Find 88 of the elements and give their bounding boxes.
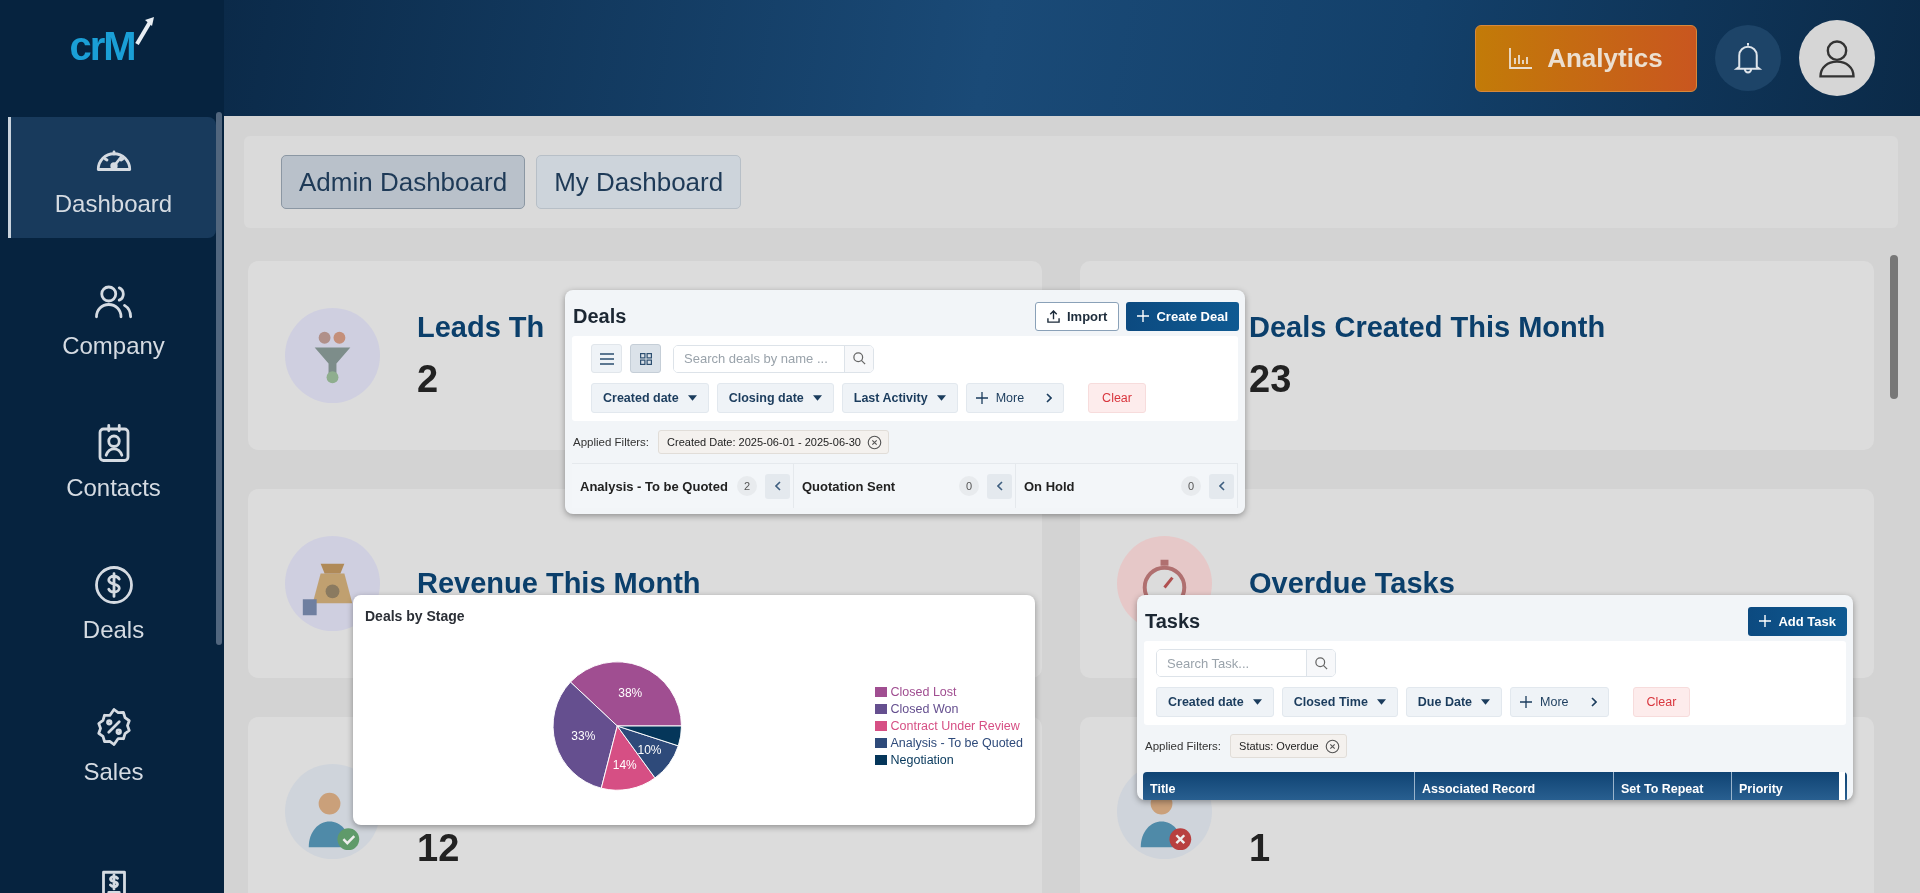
search-icon (1313, 655, 1329, 671)
caret-icon (812, 395, 822, 401)
grid-icon (639, 352, 652, 365)
close-icon[interactable] (1324, 738, 1340, 754)
filter-dropdown[interactable]: Closed Time (1281, 687, 1398, 717)
slice-label: 14% (612, 758, 637, 773)
chart-title: Deals by Stage (365, 608, 466, 624)
collapse-button[interactable] (987, 473, 1012, 499)
dashboard-tab[interactable]: My Dashboard (536, 155, 742, 209)
filter-chip: Created Date: 2025-06-01 - 2025-06-30 (658, 430, 889, 454)
collapse-button[interactable] (765, 473, 790, 499)
applied-filters-label: Applied Filters: (573, 436, 650, 448)
deal-count: 2 (737, 476, 757, 496)
search-field[interactable]: Search Task... (1156, 649, 1336, 677)
funnel-people-icon (285, 308, 380, 403)
column-header[interactable]: Priority (1732, 772, 1837, 800)
legend-label: Analysis - To be Quoted (890, 736, 1023, 750)
card-title: Deals Created This Month (1249, 310, 1606, 344)
column-header[interactable]: Title (1143, 772, 1415, 800)
chevron-left-icon (774, 481, 781, 491)
filter-dropdown[interactable]: Last Activity (841, 383, 958, 413)
column-name: Quotation Sent (802, 478, 897, 494)
clear-button[interactable]: Clear (1632, 687, 1691, 717)
list-icon (599, 352, 614, 365)
deal-count: 0 (959, 476, 979, 496)
filter-dropdown[interactable]: Created date (1156, 687, 1274, 717)
create-deal-button[interactable]: Create Deal (1126, 301, 1239, 331)
more-filters-button[interactable]: More (965, 383, 1065, 413)
slice-label: 33% (571, 729, 596, 744)
upload-icon (1047, 309, 1060, 323)
more-filters-button[interactable]: More (1510, 687, 1609, 717)
clear-button[interactable]: Clear (1088, 383, 1146, 413)
caret-icon (1252, 699, 1262, 705)
sidebar-item[interactable]: Deals (8, 543, 216, 664)
panel-title: Tasks (1145, 609, 1201, 633)
card-value: 2 (417, 357, 440, 401)
chevron-left-icon (996, 481, 1003, 491)
sidebar-item[interactable]: Contacts (8, 401, 216, 522)
card-value: 23 (1249, 357, 1293, 401)
search-field[interactable]: Search deals by name ... (673, 344, 874, 373)
filter-dropdown[interactable]: Created date (591, 383, 709, 413)
view-toggle[interactable] (591, 344, 622, 373)
search-icon (851, 351, 867, 366)
dollar-circle-icon (92, 563, 135, 606)
bar-chart-icon (1509, 47, 1534, 69)
column-name: On Hold (1024, 478, 1076, 494)
sidebar-item[interactable]: Dashboard (8, 117, 216, 238)
import-button[interactable]: Import (1035, 301, 1120, 331)
column-name: Analysis - To be Quoted (580, 478, 729, 494)
close-icon[interactable] (866, 434, 882, 450)
sidebar-item[interactable]: Sales (8, 685, 216, 806)
card-title: Overdue Tasks (1249, 567, 1455, 600)
slice-label: 38% (618, 686, 643, 701)
filter-chip: Status: Overdue (1230, 734, 1347, 758)
caret-icon (1376, 699, 1386, 705)
applied-filters-label: Applied Filters: (1145, 740, 1222, 752)
legend-label: Contract Under Review (890, 719, 1020, 733)
legend-label: Closed Won (890, 702, 959, 716)
card-title: Revenue This Month (417, 567, 701, 600)
sidebar-item[interactable]: Company (8, 259, 216, 380)
column-header[interactable]: Associated Record (1415, 772, 1614, 800)
chevron-right-icon (1590, 697, 1597, 707)
card-title: Leads Th (417, 310, 545, 344)
caret-icon (1481, 699, 1491, 705)
plus-icon (1759, 615, 1772, 627)
caret-icon (936, 395, 946, 401)
filter-dropdown[interactable]: Due Date (1405, 687, 1503, 717)
view-toggle[interactable] (630, 344, 661, 373)
legend-label: Closed Lost (890, 685, 957, 699)
bell-icon (1733, 40, 1763, 76)
card-value: 1 (1249, 827, 1271, 870)
add-task-button[interactable]: Add Task (1748, 606, 1847, 636)
slice-label: 10% (637, 742, 662, 757)
deal-count: 0 (1181, 476, 1201, 496)
legend-label: Negotiation (890, 753, 954, 767)
column-header[interactable]: Set To Repeat (1614, 772, 1732, 800)
card-value: 12 (417, 827, 460, 870)
plus-icon (1520, 696, 1533, 708)
filter-dropdown[interactable]: Closing date (716, 383, 834, 413)
caret-icon (687, 395, 697, 401)
plus-icon (1137, 310, 1150, 322)
chevron-right-icon (1046, 393, 1053, 403)
collapse-button[interactable] (1209, 473, 1234, 499)
plus-icon (975, 392, 988, 404)
chevron-left-icon (1218, 481, 1225, 491)
panel-title: Deals (573, 304, 627, 328)
dashboard-tab[interactable]: Admin Dashboard (281, 155, 526, 209)
logo: crM (0, 0, 224, 112)
